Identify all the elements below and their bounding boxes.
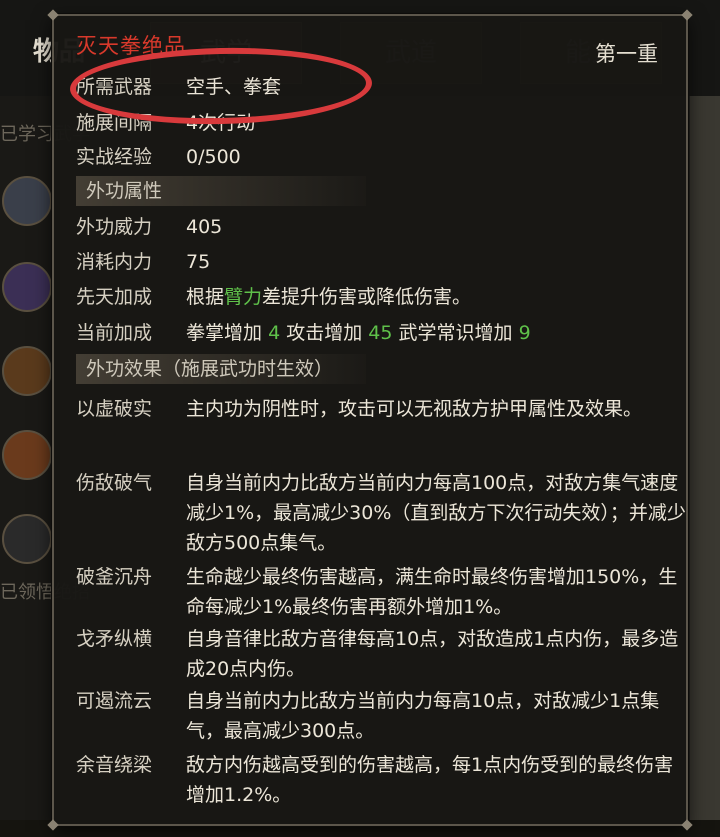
- effect-name: 戈矛纵横: [76, 628, 153, 650]
- skill-tier: 第一重: [595, 42, 658, 66]
- row-value: 拳掌增加 4 攻击增加 45 武学常识增加 9: [186, 318, 531, 348]
- skill-tooltip: 灭天拳绝品 第一重 所需武器 空手、拳套 施展间隔 4次行动 实战经验 0/50…: [47, 9, 693, 831]
- row-value: 75: [186, 251, 211, 273]
- effect-name: 以虚破实: [76, 398, 153, 420]
- bonus-value: 45: [368, 322, 393, 344]
- external-attributes-header: 外功属性: [76, 176, 366, 206]
- row-label: 先天加成: [76, 286, 153, 308]
- effect-description: 敌方内伤越高受到的伤害越高，每1点内伤受到的最终伤害增加1.2%。: [186, 754, 674, 806]
- text-part: 拳掌增加: [186, 322, 263, 344]
- row-label: 消耗内力: [76, 251, 153, 273]
- bonus-value: 9: [518, 322, 531, 344]
- row-value: 根据臂力差提升伤害或降低伤害。: [186, 282, 471, 312]
- text-part: 差提升伤害或降低伤害。: [262, 286, 472, 308]
- text-part: 攻击增加: [286, 322, 363, 344]
- text-part: 根据: [186, 286, 225, 308]
- skill-icon[interactable]: [2, 346, 52, 396]
- row-label: 当前加成: [76, 322, 153, 344]
- effect-description: 主内功为阴性时，攻击可以无视敌方护甲属性及效果。: [186, 398, 643, 420]
- external-effects-header: 外功效果（施展武功时生效）: [76, 354, 366, 384]
- effect-description: 自身音律比敌方音律每高10点，对敌造成1点内伤，最多造成20点内伤。: [186, 628, 679, 680]
- row-value: 405: [186, 216, 223, 238]
- row-label: 外功威力: [76, 216, 153, 238]
- skill-icon[interactable]: [2, 262, 52, 312]
- skill-icon[interactable]: [2, 514, 52, 564]
- right-edge-panel: [690, 96, 720, 837]
- effect-description: 自身当前内力比敌方当前内力每高10点，对敌减少1点集气，最高减少300点。: [186, 690, 660, 742]
- effect-name: 可遏流云: [76, 690, 153, 712]
- row-value: 0/500: [186, 146, 241, 168]
- effect-name: 破釜沉舟: [76, 566, 153, 588]
- skill-icon[interactable]: [2, 176, 52, 226]
- bonus-value: 4: [268, 322, 281, 344]
- effect-name: 余音绕梁: [76, 754, 153, 776]
- attribute-highlight: 臂力: [224, 286, 263, 308]
- effect-description: 自身当前内力比敌方当前内力每高100点，对敌方集气速度减少1%，最高减少30%（…: [186, 472, 686, 554]
- effect-description: 生命越少最终伤害越高，满生命时最终伤害增加150%，生命每减少1%最终伤害再额外…: [186, 566, 678, 618]
- text-part: 武学常识增加: [398, 322, 513, 344]
- skill-icon[interactable]: [2, 430, 52, 480]
- row-label: 实战经验: [76, 146, 153, 168]
- skill-icon-column: [0, 96, 60, 837]
- effect-name: 伤敌破气: [76, 472, 153, 494]
